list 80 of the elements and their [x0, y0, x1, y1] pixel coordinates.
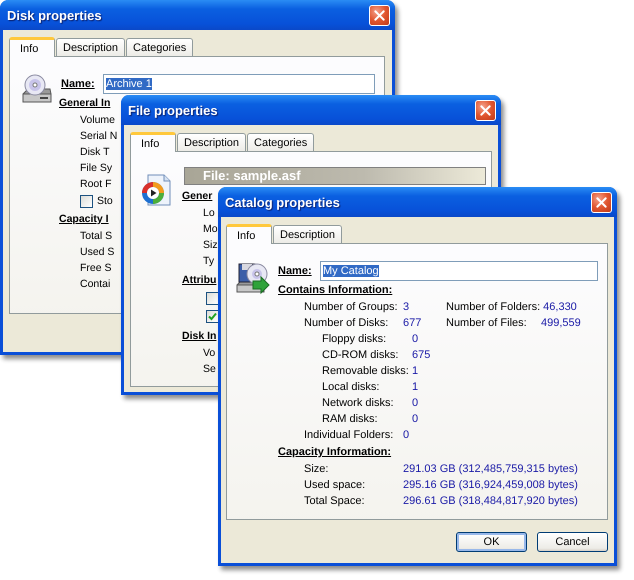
property-value: 3	[403, 300, 410, 315]
property-label: Ty	[203, 254, 214, 269]
property-value: 296.61 GB (318,484,817,920 bytes)	[403, 494, 578, 509]
property-label: Size:	[304, 462, 330, 477]
tab[interactable]: Info	[130, 132, 176, 152]
property-value: 46,330	[543, 300, 577, 315]
section-heading: Capacity I	[59, 212, 109, 227]
property-label: RAM disks:	[322, 412, 379, 427]
property-label: Volume	[80, 113, 116, 128]
tab[interactable]: Description	[177, 133, 246, 151]
property-label: Local disks:	[322, 380, 380, 395]
checkbox[interactable]	[206, 292, 219, 304]
close-icon	[596, 196, 607, 208]
property-value: 677	[403, 316, 422, 331]
property-label: CD-ROM disks:	[322, 348, 400, 363]
property-label: Individual Folders:	[304, 428, 394, 443]
file-name-banner: File: sample.asf	[184, 167, 486, 185]
name-field[interactable]: Archive 1	[103, 74, 375, 94]
tab[interactable]: Description	[273, 225, 342, 243]
section-heading: Gener	[182, 189, 212, 204]
property-label: Disk T	[80, 145, 110, 160]
property-value: 499,559	[541, 316, 581, 331]
property-label: Used S	[80, 245, 114, 260]
dialog-button[interactable]: OK	[456, 532, 527, 552]
dialog-button[interactable]: Cancel	[537, 532, 608, 552]
media-file-icon	[140, 174, 172, 208]
property-value: 291.03 GB (312,485,759,315 bytes)	[403, 462, 578, 477]
property-value: 1	[412, 380, 418, 395]
section-heading: Disk In	[182, 329, 216, 344]
property-value: 295.16 GB (316,924,459,008 bytes)	[403, 478, 578, 493]
close-icon	[374, 10, 385, 20]
property-label: Total Space:	[304, 494, 366, 509]
property-label: Free S	[80, 261, 112, 276]
property-label: Number of Groups:	[304, 300, 399, 315]
window-title: Catalog properties	[225, 194, 340, 210]
property-label: Number of Folders:	[446, 300, 542, 315]
checkbox[interactable]	[80, 194, 93, 208]
section-heading: Attribu	[182, 273, 216, 288]
property-label: Vo	[203, 346, 216, 361]
section-heading: Capacity Information:	[278, 445, 392, 460]
property-value: 0	[412, 396, 418, 411]
property-label: Floppy disks:	[322, 332, 388, 347]
tab[interactable]: Description	[56, 38, 126, 56]
checkbox-label: Sto	[97, 195, 113, 207]
property-label: Number of Disks:	[304, 316, 390, 331]
window-title: Disk properties	[7, 8, 102, 22]
property-label: File Sy	[80, 161, 112, 176]
property-value: 0	[412, 412, 418, 427]
close-button[interactable]	[475, 100, 496, 120]
property-label: Root F	[80, 177, 112, 192]
tab[interactable]: Info	[9, 37, 55, 57]
property-label: Serial N	[80, 129, 118, 144]
name-label: Name:	[278, 265, 313, 277]
close-button[interactable]	[369, 4, 390, 26]
property-value: 1	[412, 364, 418, 379]
property-value: 0	[412, 332, 418, 347]
checkbox[interactable]	[206, 310, 219, 322]
close-icon	[480, 104, 491, 116]
section-heading: General In	[59, 96, 110, 111]
property-label: Used space:	[304, 478, 366, 493]
property-label: Network disks:	[322, 396, 395, 411]
name-label: Name:	[61, 78, 96, 90]
property-label: Total S	[80, 229, 112, 244]
property-label: Contai	[80, 277, 110, 292]
property-label: Siz	[203, 238, 218, 253]
property-label: Removable disks:	[322, 364, 410, 379]
floppy-disc-arrow-icon	[235, 261, 271, 295]
close-button[interactable]	[591, 192, 612, 212]
tab[interactable]: Info	[226, 224, 272, 244]
property-label: Lo	[203, 206, 215, 221]
property-label: Mo	[203, 222, 218, 237]
property-label: Se	[203, 362, 216, 377]
window-title: File properties	[128, 102, 218, 118]
property-value: 675	[412, 348, 430, 363]
section-heading: Contains Information:	[278, 283, 392, 298]
property-label: Number of Files:	[446, 316, 528, 331]
property-value: 0	[403, 428, 410, 443]
tab[interactable]: Categories	[126, 38, 194, 56]
name-field[interactable]: My Catalog	[320, 261, 598, 281]
tab[interactable]: Categories	[247, 133, 314, 151]
